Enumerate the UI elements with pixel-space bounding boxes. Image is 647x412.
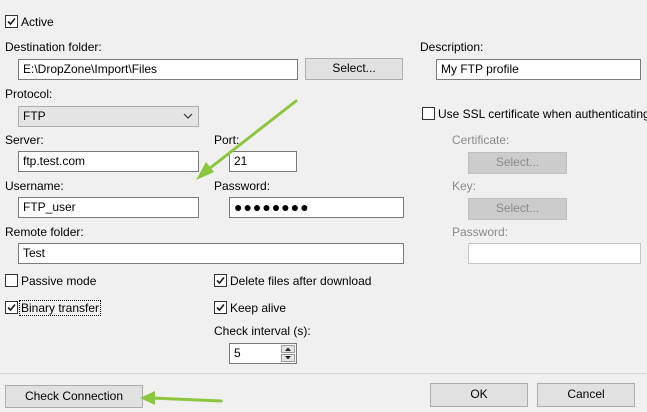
stepper-up-button[interactable] [281, 345, 295, 353]
destination-folder-input[interactable]: E:\DropZone\Import\Files [18, 59, 298, 80]
password-label: Password: [214, 179, 271, 193]
key-password-label: Password: [452, 225, 509, 239]
delete-files-checkbox[interactable] [214, 274, 227, 287]
protocol-value: FTP [23, 109, 46, 123]
server-input[interactable]: ftp.test.com [18, 151, 199, 172]
protocol-select[interactable]: FTP [18, 106, 199, 127]
check-interval-value: 5 [234, 346, 241, 360]
certificate-label: Certificate: [452, 133, 510, 147]
cancel-button[interactable]: Cancel [537, 383, 635, 407]
keep-alive-checkbox[interactable] [214, 301, 227, 314]
binary-transfer-label: Binary transfer [18, 300, 102, 316]
protocol-label: Protocol: [5, 87, 53, 101]
active-label: Active [21, 15, 54, 29]
passive-mode-checkbox[interactable] [5, 274, 18, 287]
stepper-controls [281, 345, 295, 362]
port-input[interactable]: 21 [229, 151, 297, 172]
username-label: Username: [5, 179, 64, 193]
keep-alive-label: Keep alive [230, 301, 287, 315]
binary-transfer-checkbox[interactable] [5, 301, 18, 314]
remote-folder-input[interactable]: Test [18, 243, 404, 264]
triangle-down-icon [285, 356, 291, 360]
check-connection-button[interactable]: Check Connection [5, 385, 143, 408]
delete-files-label: Delete files after download [230, 274, 372, 288]
username-input[interactable]: FTP_user [18, 197, 199, 218]
password-input[interactable]: ●●●●●●●● [229, 197, 404, 218]
destination-folder-label: Destination folder: [5, 40, 102, 54]
ssl-label: Use SSL certificate when authenticating [438, 107, 647, 121]
stepper-down-button[interactable] [281, 354, 295, 362]
description-input[interactable]: My FTP profile [436, 59, 641, 80]
chevron-down-icon [183, 113, 193, 119]
active-checkbox[interactable] [5, 15, 18, 28]
server-label: Server: [5, 133, 44, 147]
ssl-checkbox[interactable] [422, 107, 435, 120]
footer-separator [0, 373, 647, 374]
port-label: Port: [214, 133, 240, 147]
check-interval-label: Check interval (s): [214, 324, 311, 338]
key-label: Key: [452, 179, 477, 193]
certificate-select-button[interactable]: Select... [468, 152, 567, 174]
ok-button[interactable]: OK [430, 383, 528, 407]
arrow-to-check-connection-icon [140, 391, 223, 405]
triangle-up-icon [285, 347, 291, 351]
remote-folder-label: Remote folder: [5, 225, 84, 239]
key-select-button[interactable]: Select... [468, 198, 567, 220]
destination-select-button[interactable]: Select... [305, 58, 403, 80]
key-password-input[interactable] [468, 243, 641, 264]
check-interval-stepper[interactable]: 5 [229, 343, 297, 364]
passive-mode-label: Passive mode [21, 274, 97, 288]
description-label: Description: [420, 40, 484, 54]
